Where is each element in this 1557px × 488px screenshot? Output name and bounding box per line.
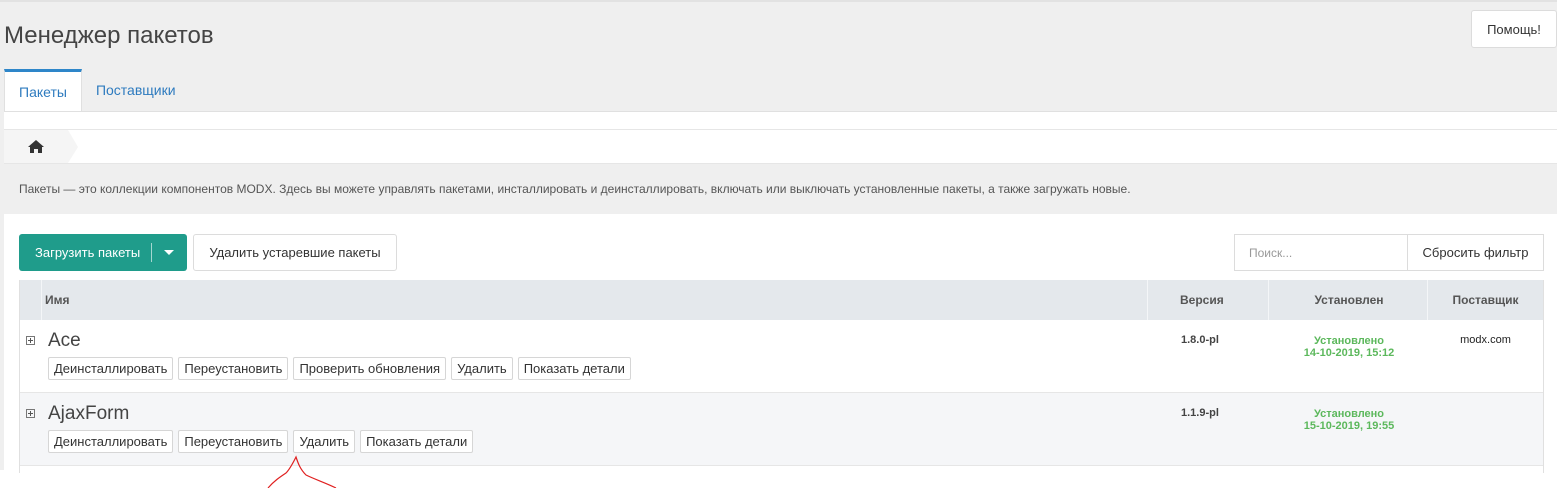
annotation-arrow-icon (267, 455, 337, 488)
package-provider: modx.com (1460, 334, 1511, 346)
column-header-name[interactable]: Имя (45, 280, 1145, 320)
package-version: 1.1.9-pl (1181, 407, 1219, 419)
installed-label: Установлено (1313, 335, 1385, 347)
remove-button[interactable]: Удалить (293, 430, 356, 453)
column-header-installed[interactable]: Установлен (1270, 280, 1428, 320)
reinstall-button[interactable]: Переустановить (178, 357, 289, 380)
home-icon (28, 140, 44, 153)
header-expander-cell (20, 280, 41, 320)
row-actions: Деинсталлировать Переустановить Проверит… (48, 357, 631, 380)
search-input[interactable] (1234, 234, 1408, 271)
installed-status: Установлено 14-10-2019, 15:12 (1270, 335, 1428, 359)
remove-button[interactable]: Удалить (451, 357, 513, 380)
upload-packages-button[interactable]: Загрузить пакеты (19, 234, 187, 271)
row-actions: Деинсталлировать Переустановить Удалить … (48, 430, 474, 453)
table-row: AjaxForm Деинсталлировать Переустановить… (20, 393, 1543, 466)
show-details-button[interactable]: Показать детали (517, 357, 631, 380)
reset-filter-button[interactable]: Сбросить фильтр (1407, 234, 1544, 271)
package-version: 1.8.0-pl (1181, 334, 1219, 346)
uninstall-button[interactable]: Деинсталлировать (48, 430, 174, 453)
page-title: Менеджер пакетов (4, 22, 214, 49)
uninstall-button[interactable]: Деинсталлировать (48, 357, 174, 380)
installed-status: Установлено 15-10-2019, 19:55 (1270, 408, 1428, 432)
tab-packages[interactable]: Пакеты (4, 69, 82, 112)
tab-bar: Пакеты Поставщики (4, 69, 190, 112)
remove-outdated-button[interactable]: Удалить устаревшие пакеты (193, 234, 397, 271)
button-separator (151, 243, 152, 262)
check-updates-button[interactable]: Проверить обновления (293, 357, 447, 380)
expand-row-icon[interactable] (26, 336, 35, 345)
packages-panel: Пакеты — это коллекции компонентов MODX.… (4, 111, 1557, 473)
upload-packages-label: Загрузить пакеты (35, 245, 141, 260)
installed-date: 15-10-2019, 19:55 (1303, 420, 1395, 432)
column-header-version[interactable]: Версия (1180, 280, 1270, 320)
packages-grid: Имя Версия Установлен Поставщик Ace Деин… (19, 280, 1544, 473)
show-details-button[interactable]: Показать детали (360, 430, 474, 453)
package-name: Ace (48, 330, 81, 351)
grid-header: Имя Версия Установлен Поставщик (20, 280, 1543, 320)
installed-label: Установлено (1313, 408, 1385, 420)
reinstall-button[interactable]: Переустановить (178, 430, 289, 453)
table-row: Ace Деинсталлировать Переустановить Пров… (20, 320, 1543, 393)
package-name: AjaxForm (48, 403, 130, 424)
caret-down-icon[interactable] (164, 250, 174, 255)
help-button[interactable]: Помощь! (1471, 10, 1557, 48)
expand-row-icon[interactable] (26, 409, 35, 418)
breadcrumb-arrow (68, 130, 78, 163)
description-text: Пакеты — это коллекции компонентов MODX.… (4, 164, 1557, 214)
tab-providers[interactable]: Поставщики (82, 69, 190, 111)
breadcrumb-home[interactable] (4, 130, 68, 163)
column-header-provider[interactable]: Поставщик (1428, 280, 1543, 320)
installed-date: 14-10-2019, 15:12 (1303, 347, 1395, 359)
breadcrumb (4, 129, 1557, 164)
package-manager-app: Менеджер пакетов Помощь! Пакеты Поставщи… (0, 0, 1557, 473)
